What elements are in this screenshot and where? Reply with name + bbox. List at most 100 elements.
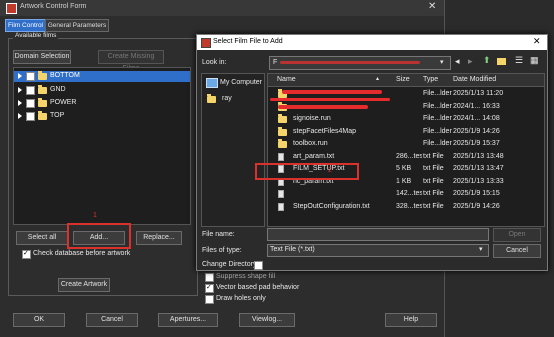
chevron-down-icon: ▾ <box>440 59 444 66</box>
check-database-label: Check database before artwork <box>33 250 131 257</box>
cancel-button[interactable]: Cancel <box>86 313 138 327</box>
tab-general-parameters[interactable]: General Parameters <box>45 19 109 32</box>
file-size: 142...tes <box>396 190 422 197</box>
tab-label: General Parameters <box>47 22 107 29</box>
file-type: txt File <box>423 165 444 172</box>
file-name: art_param.txt <box>293 152 335 160</box>
film-checkbox[interactable] <box>26 99 35 108</box>
highlight-add-button <box>67 223 131 249</box>
film-checkbox[interactable] <box>26 112 35 121</box>
file-type: txt File <box>423 152 444 160</box>
file-type: File...lder <box>423 90 452 97</box>
file-row[interactable]: stepFacetFiles4Map File...lder 2025/1/9 14… <box>268 126 544 138</box>
ok-button[interactable]: OK <box>13 313 65 327</box>
film-checkbox[interactable] <box>26 86 35 95</box>
column-size[interactable]: Size <box>396 76 410 83</box>
file-date: 2025/1/9 14:26 <box>453 202 500 210</box>
vector-pad-label: Vector based pad behavior <box>216 284 300 291</box>
file-name-input[interactable] <box>267 228 489 241</box>
change-directory-checkbox[interactable] <box>254 261 263 270</box>
domain-selection-button[interactable]: Domain Selection <box>13 50 71 64</box>
vector-pad-checkbox[interactable] <box>205 283 214 293</box>
file-name: toolbox.run <box>293 140 328 147</box>
file-size: 286...tes <box>396 152 422 160</box>
forward-icon[interactable]: ▸ <box>468 56 473 67</box>
check-database-checkbox[interactable] <box>22 249 31 259</box>
dialog-cancel-button[interactable]: Cancel <box>493 244 541 258</box>
film-checkbox[interactable] <box>26 72 35 81</box>
file-type: File...lder <box>423 127 452 135</box>
film-label: BOTTOM <box>50 72 80 79</box>
files-of-type-label: Files of type: <box>202 247 242 254</box>
file-type: txt File <box>423 202 444 210</box>
chevron-down-icon: ▾ <box>479 246 483 253</box>
apertures-button[interactable]: Apertures... <box>158 313 218 327</box>
column-type[interactable]: Type <box>423 76 438 83</box>
folder-icon <box>207 94 216 103</box>
file-date: 2025/1/13 13:47 <box>453 165 504 172</box>
redaction-mark <box>282 90 382 94</box>
file-date: 2025/1/13 13:48 <box>453 152 504 160</box>
dialog-close-icon[interactable]: ✕ <box>533 36 541 47</box>
file-type: txt File <box>423 177 444 185</box>
create-artwork-button[interactable]: Create Artwork <box>58 278 110 292</box>
file-list[interactable]: Name ▴ Size Type Date Modified File...ld… <box>267 73 545 227</box>
help-button[interactable]: Help <box>385 313 437 327</box>
sort-icon: ▴ <box>376 76 380 82</box>
highlight-film-setup <box>255 163 359 180</box>
file-icon <box>278 202 284 211</box>
file-name-label: File name: <box>202 231 235 238</box>
expand-icon[interactable] <box>18 100 22 106</box>
place-my-computer[interactable]: My Computer <box>220 79 262 86</box>
column-modified[interactable]: Date Modified <box>453 76 496 83</box>
file-date: 2024/1... 16:33 <box>453 102 500 110</box>
list-view-icon[interactable]: ☰ <box>515 55 523 66</box>
film-label: POWER <box>50 99 77 106</box>
file-row[interactable]: StepOutConfiguration.txt 328...tes txt Fil… <box>268 201 544 213</box>
change-directory-label: Change Directory <box>202 261 257 268</box>
place-ray[interactable]: ray <box>222 95 232 102</box>
places-panel: My Computer ray <box>201 73 265 227</box>
draw-holes-checkbox[interactable] <box>205 295 214 304</box>
expand-icon[interactable] <box>18 113 22 119</box>
window-title: Artwork Control Form <box>20 3 87 10</box>
films-list[interactable]: BOTTOM GND POWER TOP <box>13 67 191 225</box>
expand-icon[interactable] <box>18 87 22 93</box>
detail-view-icon[interactable]: ▦ <box>530 55 539 66</box>
files-of-type-value: Text File (*.txt) <box>270 246 315 253</box>
files-of-type-select[interactable]: Text File (*.txt) ▾ <box>267 244 489 257</box>
select-all-button[interactable]: Select all <box>16 231 68 245</box>
annotation-mark-2: 2 <box>328 167 332 174</box>
folder-icon <box>38 111 47 120</box>
tab-film-control[interactable]: Film Control <box>5 19 46 32</box>
replace-button[interactable]: Replace... <box>136 231 182 245</box>
redaction-mark <box>270 98 390 101</box>
folder-icon <box>278 126 287 136</box>
suppress-shape-fill-label: Suppress shape fill <box>216 273 276 280</box>
file-row[interactable]: signoise.run File...lder 2024/1... 14:08 <box>268 113 544 125</box>
open-button[interactable]: Open <box>493 228 541 242</box>
draw-holes-label: Draw holes only <box>216 295 266 302</box>
redaction-mark <box>278 105 368 109</box>
viewlog-button[interactable]: Viewlog... <box>239 313 295 327</box>
file-row[interactable]: toolbox.run File...lder 2025/1/9 15:37 <box>268 138 544 150</box>
file-dialog: Select Film File to Add ✕ Look in: F ▾ ◂… <box>196 34 548 271</box>
suppress-shape-fill-checkbox[interactable] <box>205 273 214 282</box>
new-folder-icon[interactable] <box>497 58 506 65</box>
create-missing-films-button[interactable]: Create Missing Films <box>98 50 164 72</box>
file-row[interactable]: 142...tes txt File 2025/1/9 15:15 <box>268 188 544 200</box>
folder-icon <box>278 114 287 123</box>
column-name[interactable]: Name <box>277 76 296 83</box>
close-icon[interactable]: ✕ <box>428 1 436 12</box>
look-in-combo[interactable]: F ▾ <box>269 56 451 70</box>
back-icon[interactable]: ◂ <box>455 56 460 67</box>
expand-icon[interactable] <box>18 73 22 79</box>
file-icon <box>278 190 284 198</box>
file-date: 2025/1/13 11:20 <box>453 90 504 97</box>
title-bar: Artwork Control Form ✕ <box>0 0 444 16</box>
up-folder-icon[interactable]: ⬆ <box>483 55 491 66</box>
file-row[interactable]: art_param.txt 286...tes txt File 2025/1/13 … <box>268 151 544 163</box>
dialog-title: Select Film File to Add <box>213 38 283 45</box>
dialog-app-icon <box>201 38 211 48</box>
file-date: 2024/1... 14:08 <box>453 115 500 122</box>
